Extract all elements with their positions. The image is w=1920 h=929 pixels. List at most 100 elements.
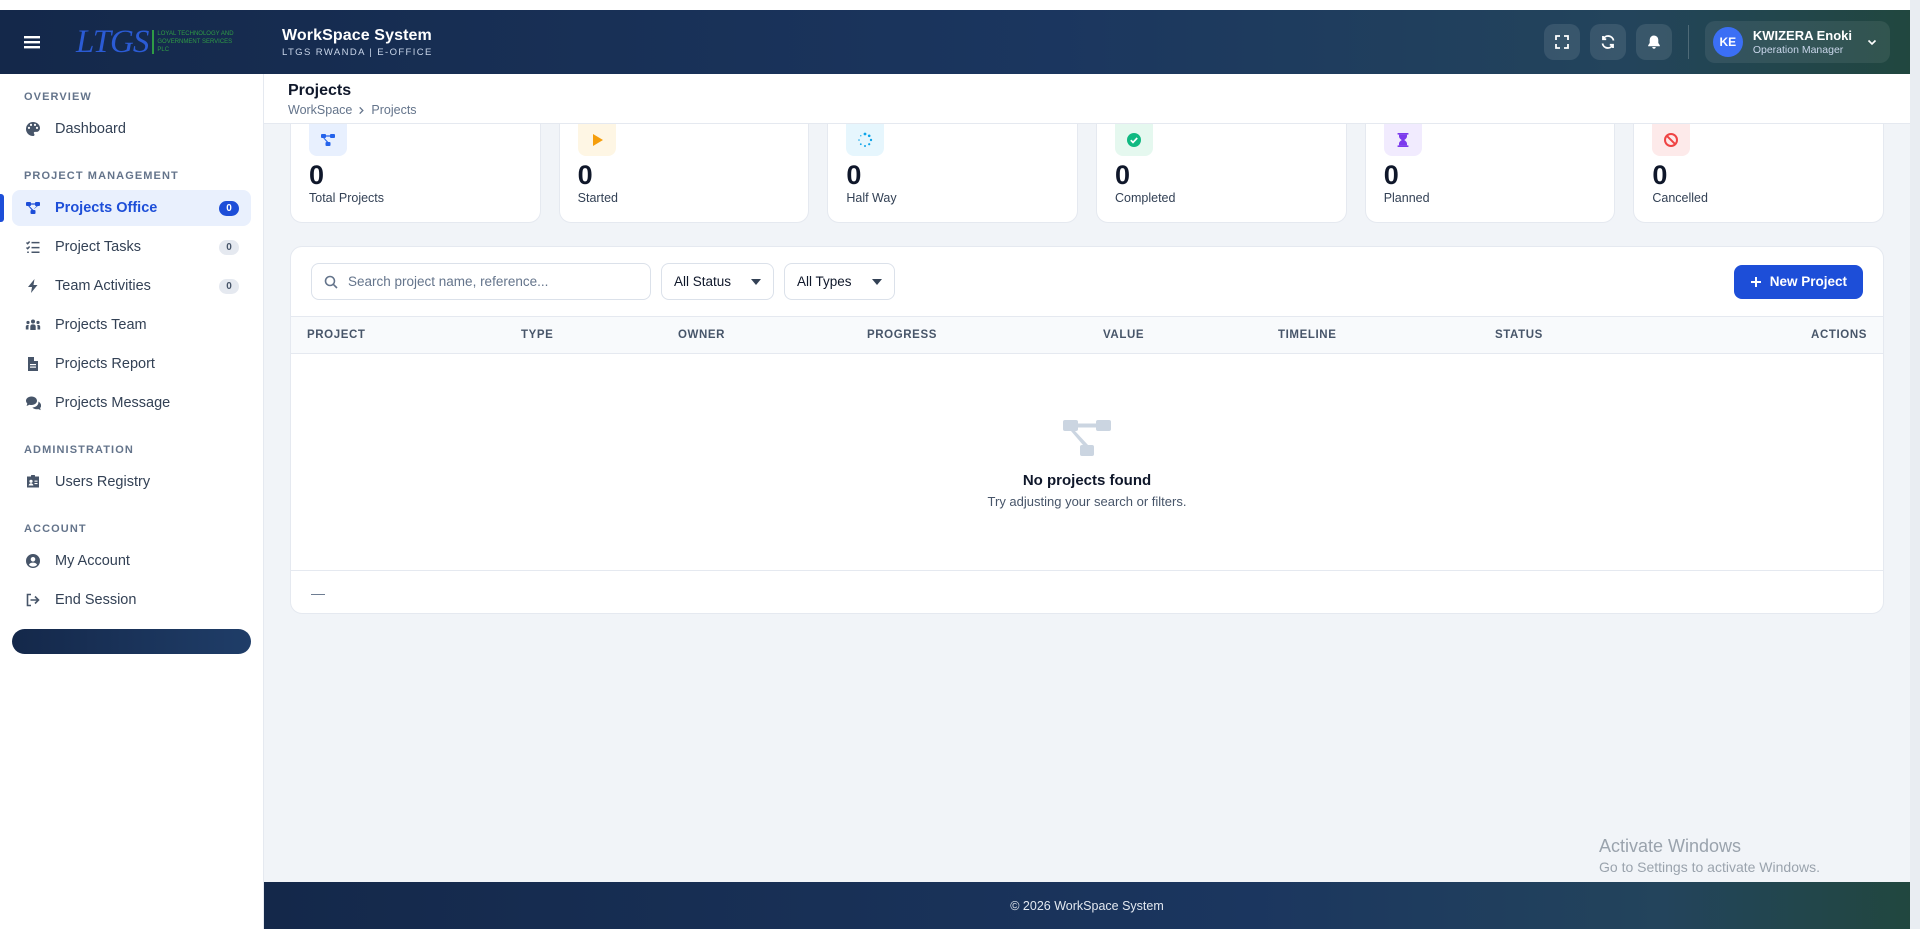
column-header-status[interactable]: STATUS (1495, 329, 1543, 341)
id-badge-icon (24, 473, 42, 491)
new-project-button[interactable]: New Project (1733, 264, 1863, 299)
people-group-icon (24, 316, 42, 334)
sidebar-item-label: Projects Team (55, 317, 147, 333)
sidebar-item-users-registry[interactable]: Users Registry (12, 464, 251, 500)
sidebar-item-label: Users Registry (55, 474, 151, 490)
breadcrumb: WorkSpace Projects (288, 103, 1886, 117)
stat-label: Completed (1115, 191, 1176, 205)
stat-value: 0 (1115, 160, 1131, 190)
stat-icon-box (846, 124, 885, 156)
app-brand: WorkSpace System LTGS RWANDA | E-OFFICE (282, 27, 433, 58)
column-header-project[interactable]: PROJECT (307, 329, 366, 341)
check-circle-icon (1127, 133, 1142, 147)
table-header: PROJECT TYPE OWNER PROGRESS VALUE TIMELI… (291, 316, 1883, 354)
stat-icon-box (309, 124, 347, 156)
search-input[interactable] (348, 274, 638, 289)
caret-down-icon (871, 278, 882, 285)
windows-activation-watermark: Activate Windows Go to Settings to activ… (1599, 836, 1820, 875)
count-badge: 0 (219, 200, 239, 216)
main-content: Projects WorkSpace Projects 0 Total Proj… (264, 74, 1910, 882)
user-circle-icon (24, 552, 42, 570)
stat-card-completed: 0 Completed (1096, 124, 1347, 223)
notifications-button[interactable] (1635, 24, 1672, 60)
empty-state-subtitle: Try adjusting your search or filters. (987, 494, 1187, 509)
sidebar: OVERVIEW Dashboard PROJECT MANAGEMENT Pr… (0, 74, 264, 929)
sidebar-item-team-activities[interactable]: Team Activities 0 (12, 268, 251, 304)
status-filter-select[interactable]: All Status (661, 263, 775, 300)
sidebar-item-label: Projects Report (55, 356, 155, 372)
window-edge (1910, 0, 1920, 929)
projects-panel: All Status All Types New Project PROJECT… (290, 246, 1884, 614)
sitemap-icon (321, 134, 335, 146)
empty-state: No projects found Try adjusting your sea… (291, 354, 1883, 571)
column-header-owner[interactable]: OWNER (678, 329, 725, 341)
expand-icon (1554, 35, 1569, 49)
column-header-value[interactable]: VALUE (1103, 329, 1144, 341)
column-header-type[interactable]: TYPE (521, 329, 553, 341)
footer-copyright: © 2026 WorkSpace System (1010, 898, 1164, 913)
bell-icon (1648, 35, 1660, 49)
ban-icon (1664, 133, 1679, 147)
sidebar-item-projects-report[interactable]: Projects Report (12, 346, 251, 382)
avatar: KE (1712, 27, 1743, 57)
file-icon (24, 355, 42, 373)
stat-label: Half Way (846, 191, 897, 205)
sidebar-item-label: Project Tasks (55, 239, 141, 255)
stat-icon-box (1383, 124, 1422, 156)
type-filter-value: All Types (797, 274, 852, 289)
sign-out-icon (24, 591, 42, 609)
refresh-button[interactable] (1589, 24, 1626, 60)
column-header-actions: ACTIONS (1811, 329, 1867, 341)
page-title: Projects (288, 82, 352, 99)
stat-label: Planned (1383, 191, 1430, 205)
type-filter-select[interactable]: All Types (784, 263, 895, 300)
caret-down-icon (751, 278, 762, 285)
logo-wordmark: LTGS (76, 23, 149, 60)
refresh-icon (1601, 35, 1615, 49)
sidebar-item-label: Dashboard (55, 121, 126, 137)
sidebar-item-end-session[interactable]: End Session (12, 582, 251, 618)
hourglass-icon (1397, 133, 1409, 147)
footer: © 2026 WorkSpace System (264, 882, 1910, 929)
watermark-subtitle: Go to Settings to activate Windows. (1599, 859, 1820, 875)
stat-value: 0 (577, 160, 593, 190)
sidebar-item-projects-office[interactable]: Projects Office 0 (0, 190, 251, 226)
stat-label: Total Projects (309, 191, 385, 205)
pagination: — (291, 571, 1883, 613)
hamburger-icon (24, 36, 40, 49)
status-filter-value: All Status (674, 274, 732, 289)
sitemap-icon (24, 199, 42, 217)
sidebar-item-label: My Account (55, 553, 130, 569)
sidebar-item-label: End Session (55, 592, 137, 608)
company-logo: LTGS LOYAL TECHNOLOGY AND GOVERNMENT SER… (76, 24, 268, 60)
sidebar-item-projects-team[interactable]: Projects Team (12, 307, 251, 343)
chevron-right-icon (359, 106, 365, 114)
breadcrumb-workspace[interactable]: WorkSpace (288, 103, 352, 117)
app-title: WorkSpace System (282, 26, 432, 44)
stat-label: Cancelled (1652, 191, 1708, 205)
fullscreen-button[interactable] (1543, 24, 1580, 60)
stat-value: 0 (846, 160, 862, 190)
column-header-progress[interactable]: PROGRESS (867, 329, 937, 341)
sidebar-item-project-tasks[interactable]: Project Tasks 0 (12, 229, 251, 265)
stat-icon-box (577, 124, 616, 156)
spinner-icon (858, 132, 873, 147)
active-indicator (0, 194, 4, 222)
sidebar-item-my-account[interactable]: My Account (12, 543, 251, 579)
sidebar-item-projects-message[interactable]: Projects Message (12, 385, 251, 421)
user-name: KWIZERA Enoki (1752, 28, 1852, 43)
count-badge: 0 (219, 239, 239, 255)
sidebar-item-dashboard[interactable]: Dashboard (12, 111, 251, 147)
stat-value: 0 (309, 160, 325, 190)
section-label-project-management: PROJECT MANAGEMENT (24, 170, 179, 182)
top-actions: KE KWIZERA Enoki Operation Manager (1543, 21, 1890, 63)
section-label-overview: OVERVIEW (24, 91, 92, 103)
stats-row: 0 Total Projects 0 Started 0 Half Way 0 … (290, 124, 1885, 223)
search-box[interactable] (311, 263, 651, 300)
user-menu[interactable]: KE KWIZERA Enoki Operation Manager (1704, 21, 1890, 63)
stat-card-started: 0 Started (558, 124, 810, 223)
column-header-timeline[interactable]: TIMELINE (1278, 329, 1336, 341)
menu-toggle-button[interactable] (0, 10, 64, 74)
sidebar-item-label: Team Activities (55, 278, 151, 294)
stat-card-total-projects: 0 Total Projects (290, 124, 541, 223)
